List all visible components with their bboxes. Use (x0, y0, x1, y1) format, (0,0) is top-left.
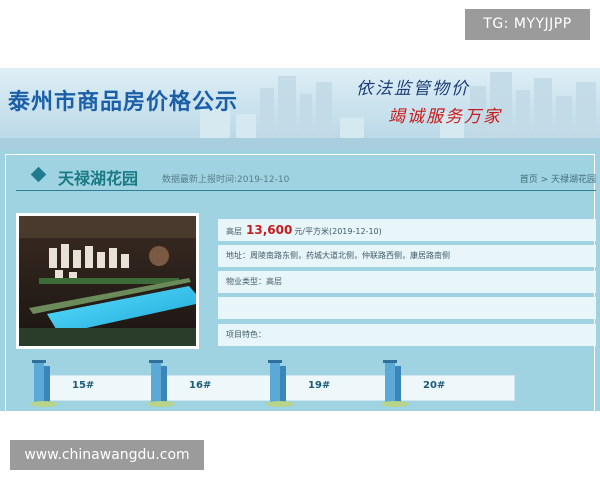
banner-title: 泰州市商品房价格公示 (8, 89, 239, 115)
breadcrumb[interactable]: 首页 > 天禄湖花园 (520, 172, 596, 185)
project-title-bar: 天禄湖花园 数据最新上报时间:2019-12-10 首页 > 天禄湖花园 (16, 162, 596, 192)
url-watermark: www.chinawangdu.com (10, 440, 204, 470)
sand-table-model-image (19, 216, 196, 346)
building-label: 16# (189, 380, 212, 391)
building-label: 20# (423, 380, 446, 391)
price-prefix: 高层 (226, 227, 242, 236)
slogan-line-2: 竭诚服务万家 (388, 107, 502, 127)
project-name: 天禄湖花园 (58, 169, 139, 188)
slogan-line-1: 依法监管物价 (356, 79, 470, 99)
title-divider (16, 190, 596, 191)
update-time: 数据最新上报时间:2019-12-10 (162, 175, 290, 185)
price-value: 13,600 (246, 223, 293, 237)
price-row: 高层 13,600 元/平方米(2019-12-10) (218, 219, 596, 241)
features-row: 项目特色： (218, 324, 596, 346)
building-label: 19# (308, 380, 331, 391)
building-icon (381, 360, 409, 407)
building-list: 15# 16# 19# 20# (0, 360, 600, 411)
address-row: 地址：周陵南路东侧，药城大道北侧，仲联路西侧，康居路南侧 (218, 245, 596, 267)
diamond-icon (30, 166, 47, 183)
building-icon (30, 360, 58, 407)
site-banner: 泰州市商品房价格公示 依法监管物价 竭诚服务万家 (0, 68, 600, 150)
building-label: 15# (72, 380, 95, 391)
building-icon (266, 360, 294, 407)
price-unit: 元/平方米(2019-12-10) (294, 227, 382, 236)
property-type-row: 物业类型：高层 (218, 271, 596, 293)
project-panel: 天禄湖花园 数据最新上报时间:2019-12-10 首页 > 天禄湖花园 高层 … (0, 150, 600, 411)
empty-info-row (218, 297, 596, 319)
project-photo[interactable] (16, 213, 199, 349)
building-icon (147, 360, 175, 407)
tg-watermark: TG: MYYJJPP (465, 9, 590, 40)
